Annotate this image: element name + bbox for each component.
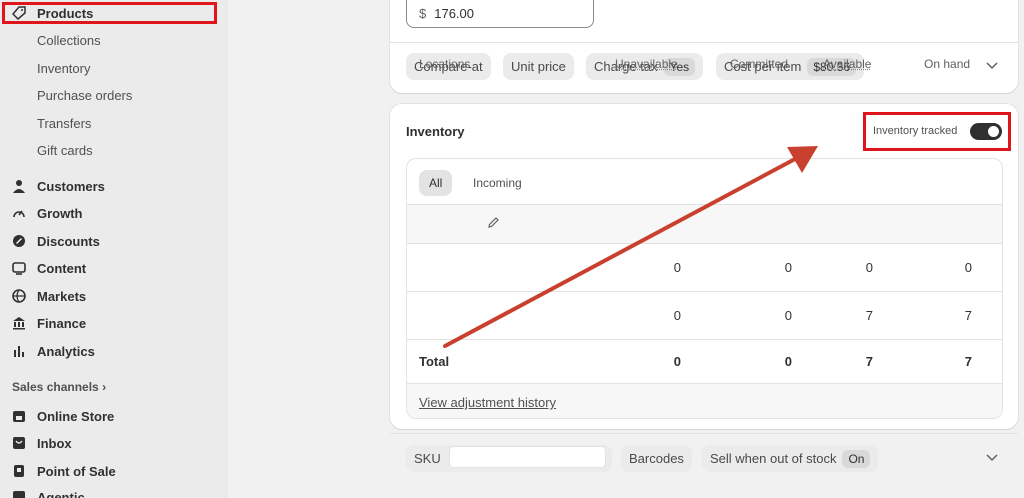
sidebar-subitem-transfers[interactable]: Transfers [37,112,91,134]
sidebar-subitem-purchase-orders[interactable]: Purchase orders [37,84,132,106]
chevron-right-icon: › [102,380,107,394]
sidebar-item-analytics[interactable]: Analytics [10,340,95,362]
sku-label: SKU [414,451,441,466]
divider [390,433,1018,434]
column-label: Locations [419,57,471,71]
cell-available[interactable]: 7 [833,308,873,323]
person-icon [10,177,28,195]
price-input[interactable]: $ 176.00 [406,0,594,28]
sidebar-item-label: Finance [37,315,87,331]
sidebar-item-label: Agentic [37,489,85,498]
sales-channels-label: Sales channels [12,380,99,394]
sidebar-subitem-gift-cards[interactable]: Gift cards [37,139,93,161]
sidebar: Products Collections Inventory Purchase … [0,0,228,498]
gauge-icon [10,204,28,222]
sidebar-item-label: Inventory [37,60,91,76]
column-header-on-hand: On hand [924,57,971,71]
sidebar-item-inbox[interactable]: Inbox [10,432,72,454]
divider [390,42,1018,43]
total-committed: 0 [784,354,792,369]
cell-committed: 0 [784,260,792,275]
sidebar-item-label: Content [37,260,87,276]
currency-symbol: $ [419,6,427,21]
total-available: 7 [865,354,873,369]
sidebar-item-label: Customers [37,178,105,194]
sell-oos-badge: On [842,449,871,468]
tab-all[interactable]: All [419,170,453,196]
cell-unavailable: 0 [673,260,681,275]
sidebar-item-label: Discounts [37,233,100,249]
sales-channels-heading[interactable]: Sales channels › [12,380,106,394]
sidebar-item-content[interactable]: Content [10,257,86,279]
tab-label: All [429,176,443,190]
sidebar-item-online-store[interactable]: Online Store [10,405,114,427]
sidebar-item-label: Collections [37,32,101,48]
sidebar-item-customers[interactable]: Customers [10,175,105,197]
sidebar-subitem-inventory[interactable]: Inventory [37,57,90,79]
cell-on-hand[interactable]: 7 [932,308,972,323]
sidebar-item-agentic[interactable]: Agentic [10,486,85,498]
tracked-highlight-box [863,112,1011,151]
pill-label: Sell when out of stock [710,451,837,466]
view-adjustment-history-link[interactable]: View adjustment history [419,395,556,410]
sidebar-item-label: Analytics [37,343,95,359]
cell-unavailable: 0 [673,308,681,323]
total-label: Total [419,354,450,369]
sidebar-item-finance[interactable]: Finance [10,312,86,334]
globe-icon [10,287,28,305]
tab-label: Incoming [473,176,522,190]
sku-input[interactable] [449,446,606,468]
bar-chart-icon [10,342,28,360]
column-header-unavailable[interactable]: Unavailable [615,57,678,71]
tab-incoming[interactable]: Incoming [463,170,532,196]
agentic-icon [10,488,28,498]
sidebar-item-markets[interactable]: Markets [10,285,86,307]
pill-label: Barcodes [629,451,684,466]
row-divider [407,339,1002,340]
pos-icon [10,462,28,480]
chevron-down-icon[interactable] [984,58,1000,74]
sidebar-item-point-of-sale[interactable]: Point of Sale [10,460,116,482]
sidebar-item-label: Online Store [37,408,115,424]
content-icon [10,259,28,277]
total-on-hand: 7 [964,354,972,369]
cell-on-hand[interactable]: 0 [932,260,972,275]
sidebar-item-label: Inbox [37,435,72,451]
sidebar-item-label: Point of Sale [37,463,116,479]
sidebar-item-discounts[interactable]: Discounts [10,230,100,252]
pill-label: Unit price [511,59,566,74]
cell-available[interactable]: 0 [833,260,873,275]
pencil-icon[interactable] [487,216,500,234]
cell-committed: 0 [784,308,792,323]
sidebar-item-label: Markets [37,288,87,304]
column-header-locations: Locations [419,57,470,71]
sidebar-item-label: Transfers [37,115,92,131]
total-unavailable: 0 [673,354,681,369]
discount-icon [10,232,28,250]
sell-when-out-of-stock-button[interactable]: Sell when out of stock On [702,445,879,472]
products-highlight-box [2,2,217,24]
inventory-title: Inventory [406,124,465,139]
inventory-table: All Incoming View adjustment history [406,158,1003,419]
column-header-committed: Committed [730,57,789,71]
chevron-down-icon[interactable] [984,450,1000,466]
price-value: 176.00 [434,6,474,21]
sidebar-item-label: Purchase orders [37,87,133,103]
bank-icon [10,314,28,332]
sidebar-item-growth[interactable]: Growth [10,202,83,224]
store-icon [10,407,28,425]
sidebar-item-label: Gift cards [37,142,93,158]
column-header-available[interactable]: Available [823,57,871,71]
row-divider [407,291,1002,292]
inbox-icon [10,434,28,452]
barcodes-button[interactable]: Barcodes [621,445,692,472]
sidebar-subitem-collections[interactable]: Collections [37,29,101,51]
sidebar-item-label: Growth [37,205,83,221]
unit-price-button[interactable]: Unit price [503,53,574,80]
